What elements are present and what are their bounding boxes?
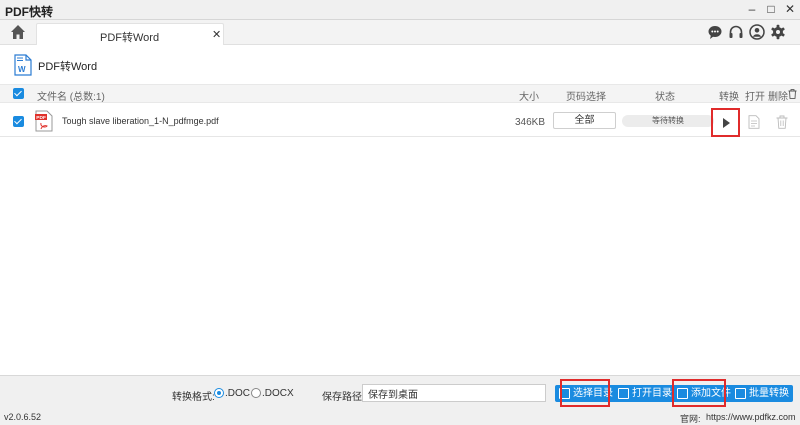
- format-docx-label[interactable]: .DOCX: [262, 388, 294, 399]
- tab-pdf-to-word[interactable]: PDF转Word ✕: [36, 23, 224, 45]
- maximize-button[interactable]: □: [762, 1, 780, 18]
- delete-file-icon[interactable]: [776, 115, 788, 129]
- column-delete: 删除: [768, 92, 788, 103]
- settings-gear-icon[interactable]: [770, 24, 786, 40]
- row-checkbox[interactable]: [13, 116, 24, 127]
- convert-play-button[interactable]: [711, 108, 740, 137]
- highlight-choose-directory: [560, 379, 610, 407]
- column-pages: 页码选择: [566, 92, 606, 103]
- close-window-button[interactable]: ✕: [781, 1, 799, 18]
- app-title: PDF快转: [5, 5, 54, 19]
- svg-text:W: W: [18, 65, 26, 74]
- column-convert: 转换: [719, 92, 739, 103]
- open-file-icon[interactable]: [748, 115, 760, 129]
- column-size: 大小: [519, 92, 539, 103]
- save-path-label: 保存路径:: [322, 392, 365, 403]
- website-link[interactable]: https://www.pdfkz.com: [706, 412, 796, 422]
- user-icon[interactable]: [749, 24, 765, 40]
- select-all-checkbox[interactable]: [13, 88, 24, 99]
- open-directory-button[interactable]: 打开目录: [614, 385, 676, 402]
- format-doc-radio[interactable]: [214, 388, 224, 398]
- pdf-to-word-icon: W: [14, 54, 32, 76]
- file-list-area: [0, 138, 800, 375]
- website-label: 官网:: [680, 414, 701, 424]
- headset-icon[interactable]: [728, 24, 744, 40]
- format-label: 转换格式:: [172, 392, 215, 403]
- batch-convert-button[interactable]: 批量转换: [731, 385, 793, 402]
- convert-icon: [735, 388, 746, 399]
- file-size: 346KB: [515, 117, 546, 128]
- column-open: 打开: [745, 92, 765, 103]
- page-header: W PDF转Word: [0, 46, 800, 83]
- svg-text:PDF: PDF: [36, 115, 46, 121]
- folder-open-icon: [618, 388, 629, 399]
- save-path-input[interactable]: [362, 384, 546, 402]
- page-title: PDF转Word: [38, 61, 98, 73]
- format-doc-label[interactable]: .DOC: [225, 388, 250, 399]
- status-badge: 等待转换: [622, 115, 714, 127]
- chat-icon[interactable]: [707, 24, 723, 40]
- tab-bar: PDF转Word ✕: [0, 20, 800, 45]
- pdf-file-icon: PDF: [35, 110, 53, 132]
- home-icon[interactable]: [10, 24, 26, 40]
- table-row[interactable]: PDF Tough slave liberation_1-N_pdfmge.pd…: [0, 104, 800, 137]
- minimize-button[interactable]: –: [743, 1, 761, 18]
- status-footer: v2.0.6.52 官网: https://www.pdfkz.com: [0, 410, 800, 425]
- column-filename: 文件名 (总数:1): [37, 92, 105, 103]
- format-docx-radio[interactable]: [251, 388, 261, 398]
- version-text: v2.0.6.52: [4, 412, 42, 422]
- title-bar: PDF快转 – □ ✕: [0, 0, 800, 20]
- highlight-add-file: [672, 379, 726, 407]
- file-name: Tough slave liberation_1-N_pdfmge.pdf: [62, 116, 219, 126]
- table-header: 文件名 (总数:1) 大小 页码选择 状态 转换 打开 删除: [0, 84, 800, 103]
- column-status: 状态: [655, 92, 675, 103]
- tab-close-button[interactable]: ✕: [212, 28, 221, 41]
- page-range-button[interactable]: 全部: [553, 112, 616, 129]
- batch-convert-label: 批量转换: [749, 388, 789, 399]
- open-directory-label: 打开目录: [632, 388, 672, 399]
- delete-all-icon[interactable]: [788, 89, 797, 99]
- bottom-toolbar: 转换格式: .DOC .DOCX 保存路径: 选择目录 打开目录 添加文件 批量…: [0, 375, 800, 410]
- tab-label: PDF转Word: [100, 32, 160, 44]
